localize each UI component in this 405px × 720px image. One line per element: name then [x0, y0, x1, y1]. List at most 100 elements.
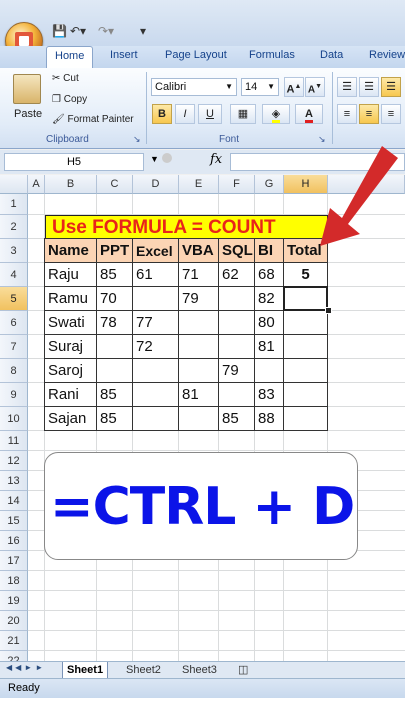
formula-banner[interactable]: Use FORMULA = COUNT: [45, 215, 328, 239]
table-cell[interactable]: [132, 382, 179, 407]
tab-review[interactable]: Review: [369, 49, 405, 61]
row-header-12[interactable]: 12: [0, 451, 28, 471]
table-cell[interactable]: 88: [254, 406, 284, 431]
bold-button[interactable]: B: [152, 104, 172, 124]
table-cell[interactable]: 62: [218, 262, 255, 287]
table-cell[interactable]: 82: [254, 286, 284, 311]
column-header-e[interactable]: E: [179, 175, 219, 194]
insert-function-button[interactable]: fx: [210, 152, 222, 167]
grow-font-button[interactable]: A▲: [284, 77, 304, 97]
table-cell[interactable]: [132, 406, 179, 431]
table-header-cell[interactable]: BI: [254, 238, 284, 263]
table-cell[interactable]: 68: [254, 262, 284, 287]
row-header-6[interactable]: 6: [0, 311, 28, 335]
shrink-font-button[interactable]: A▼: [305, 77, 325, 97]
paste-button[interactable]: Paste: [14, 108, 42, 120]
table-header-cell[interactable]: VBA: [178, 238, 219, 263]
table-header-cell[interactable]: Name: [44, 238, 97, 263]
table-cell[interactable]: 79: [218, 358, 255, 383]
row-header-17[interactable]: 17: [0, 551, 28, 571]
table-cell[interactable]: 77: [132, 310, 179, 335]
row-header-4[interactable]: 4: [0, 263, 28, 287]
row-header-3[interactable]: 3: [0, 239, 28, 263]
table-cell[interactable]: 81: [178, 382, 219, 407]
table-cell[interactable]: 61: [132, 262, 179, 287]
sheet-tab-2[interactable]: Sheet2: [122, 662, 165, 678]
tab-insert[interactable]: Insert: [110, 49, 138, 61]
italic-button[interactable]: I: [175, 104, 195, 124]
row-header-1[interactable]: 1: [0, 194, 28, 215]
align-right-button[interactable]: ≡: [381, 104, 401, 124]
table-cell[interactable]: [132, 358, 179, 383]
table-cell[interactable]: Swati: [44, 310, 97, 335]
save-icon[interactable]: 💾: [52, 24, 67, 40]
row-header-7[interactable]: 7: [0, 335, 28, 359]
table-cell[interactable]: [178, 310, 219, 335]
table-header-cell[interactable]: Excel: [132, 238, 179, 263]
table-cell[interactable]: 72: [132, 334, 179, 359]
align-top-button[interactable]: ☰: [337, 77, 357, 97]
insert-sheet-icon[interactable]: ◫: [234, 662, 252, 678]
table-header-cell[interactable]: SQL: [218, 238, 255, 263]
row-header-9[interactable]: 9: [0, 383, 28, 407]
table-cell[interactable]: 85: [218, 406, 255, 431]
active-cell-cursor[interactable]: [283, 286, 328, 311]
table-cell[interactable]: Ramu: [44, 286, 97, 311]
table-cell[interactable]: 83: [254, 382, 284, 407]
customize-qat-icon[interactable]: ▾: [140, 24, 146, 40]
row-header-14[interactable]: 14: [0, 491, 28, 511]
tab-data[interactable]: Data: [320, 49, 343, 61]
cut-button[interactable]: ✂ Cut: [52, 73, 79, 84]
table-cell[interactable]: 85: [96, 382, 133, 407]
column-header-b[interactable]: B: [45, 175, 97, 194]
align-bottom-button[interactable]: ☰: [381, 77, 401, 97]
table-cell[interactable]: 5: [283, 262, 328, 287]
table-header-cell[interactable]: PPT: [96, 238, 133, 263]
table-cell[interactable]: 81: [254, 334, 284, 359]
table-cell[interactable]: [96, 334, 133, 359]
row-header-16[interactable]: 16: [0, 531, 28, 551]
table-cell[interactable]: [283, 382, 328, 407]
table-cell[interactable]: [283, 406, 328, 431]
underline-button[interactable]: U: [198, 104, 222, 124]
format-painter-button[interactable]: 🖌 Format Painter: [52, 114, 134, 125]
row-header-8[interactable]: 8: [0, 359, 28, 383]
row-header-18[interactable]: 18: [0, 571, 28, 591]
table-cell[interactable]: Raju: [44, 262, 97, 287]
table-cell[interactable]: [178, 358, 219, 383]
table-cell[interactable]: [96, 358, 133, 383]
table-cell[interactable]: Rani: [44, 382, 97, 407]
table-cell[interactable]: [254, 358, 284, 383]
row-header-10[interactable]: 10: [0, 407, 28, 431]
column-header-c[interactable]: C: [97, 175, 133, 194]
align-left-button[interactable]: ≡: [337, 104, 357, 124]
table-cell[interactable]: [178, 406, 219, 431]
font-size-select[interactable]: 14 ▼: [241, 78, 279, 96]
font-color-button[interactable]: A: [295, 104, 323, 124]
paste-icon[interactable]: [13, 74, 41, 104]
table-cell[interactable]: [218, 382, 255, 407]
table-cell[interactable]: 78: [96, 310, 133, 335]
column-header-f[interactable]: F: [219, 175, 255, 194]
row-header-2[interactable]: 2: [0, 215, 28, 239]
table-cell[interactable]: Sajan: [44, 406, 97, 431]
tab-page-layout[interactable]: Page Layout: [165, 49, 227, 61]
fill-handle[interactable]: [325, 307, 332, 314]
row-header-5[interactable]: 5: [0, 287, 28, 311]
table-cell[interactable]: [218, 334, 255, 359]
sheet-tab-3[interactable]: Sheet3: [178, 662, 221, 678]
table-cell[interactable]: 80: [254, 310, 284, 335]
borders-button[interactable]: ▦: [230, 104, 256, 124]
column-header-d[interactable]: D: [133, 175, 179, 194]
align-center-button[interactable]: ≡: [359, 104, 379, 124]
table-cell[interactable]: [283, 358, 328, 383]
table-cell[interactable]: [218, 286, 255, 311]
table-cell[interactable]: 70: [96, 286, 133, 311]
row-header-11[interactable]: 11: [0, 431, 28, 451]
table-cell[interactable]: [132, 286, 179, 311]
sheet-nav-arrows-icon[interactable]: ◀◀►►: [6, 663, 46, 672]
table-cell[interactable]: [218, 310, 255, 335]
sheet-tab-1[interactable]: Sheet1: [62, 662, 109, 679]
clipboard-launcher-icon[interactable]: ↘: [133, 134, 141, 145]
font-name-select[interactable]: Calibri ▼: [151, 78, 237, 96]
